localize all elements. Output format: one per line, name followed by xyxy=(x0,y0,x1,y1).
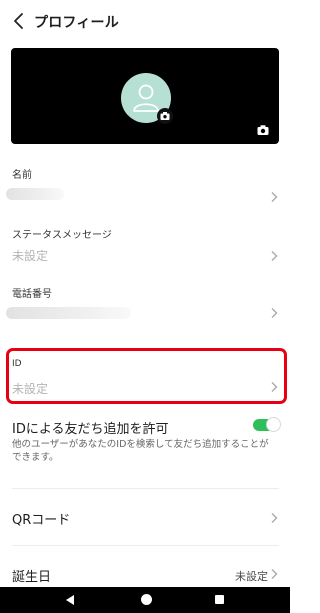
allow-id-search-description: 他のユーザーがあなたのIDを検索して友だち追加することができます。 xyxy=(12,439,269,463)
camera-icon xyxy=(160,112,170,120)
back-arrow-icon[interactable] xyxy=(8,10,30,32)
birthday-label: 誕生日 xyxy=(12,570,52,585)
status-message-row[interactable]: ステータスメッセージ 未設定 xyxy=(0,220,290,280)
allow-id-search-label: IDによる友だち追加を許可 xyxy=(12,422,169,437)
phone-label: 電話番号 xyxy=(12,289,52,300)
chevron-right-icon xyxy=(271,308,278,318)
chevron-right-icon xyxy=(271,569,278,579)
birthday-row[interactable]: 誕生日 未設定 xyxy=(0,558,290,586)
toggle-knob xyxy=(266,417,281,432)
page-title: プロフィール xyxy=(34,15,119,31)
birthday-value: 未設定 xyxy=(235,570,268,583)
status-message-value: 未設定 xyxy=(12,249,49,263)
chevron-right-icon xyxy=(271,192,278,202)
qr-code-label: QRコード xyxy=(12,513,71,528)
cover-camera-icon[interactable] xyxy=(256,123,270,137)
name-value-redacted xyxy=(6,188,64,200)
status-message-label: ステータスメッセージ xyxy=(12,230,112,241)
cover-image[interactable] xyxy=(11,48,279,144)
chevron-right-icon xyxy=(271,513,278,523)
divider xyxy=(12,545,279,546)
phone-row[interactable]: 電話番号 xyxy=(0,280,290,344)
nav-recents-icon[interactable] xyxy=(215,595,224,604)
name-label: 名前 xyxy=(12,170,32,181)
avatar-camera-button[interactable] xyxy=(157,108,173,124)
nav-home-icon[interactable] xyxy=(141,594,152,605)
name-row[interactable]: 名前 xyxy=(0,160,290,220)
user-silhouette-icon xyxy=(133,84,159,112)
phone-value-redacted xyxy=(6,307,131,319)
id-highlight-box xyxy=(6,348,287,404)
system-nav-bar xyxy=(0,587,290,613)
chevron-right-icon xyxy=(271,251,278,261)
top-bar: プロフィール xyxy=(0,0,290,44)
nav-back-icon[interactable] xyxy=(66,595,74,605)
divider xyxy=(12,488,279,489)
qr-code-row[interactable]: QRコード xyxy=(0,500,290,536)
allow-id-search-toggle[interactable] xyxy=(253,417,281,432)
